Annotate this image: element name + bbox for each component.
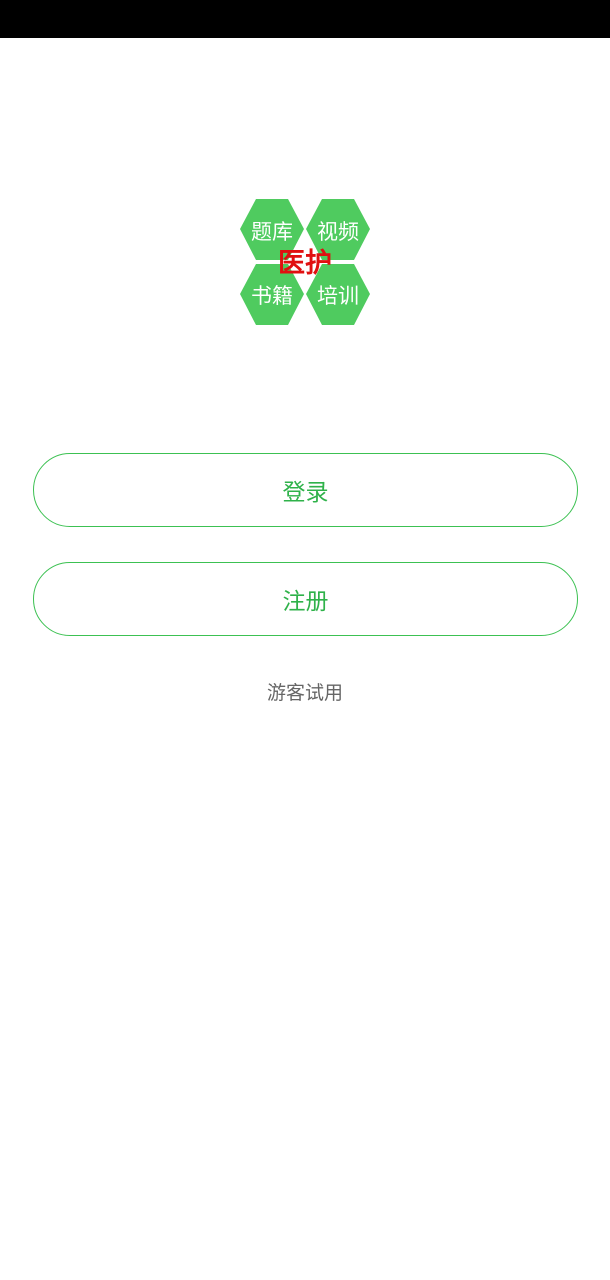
status-bar (0, 0, 610, 38)
app-logo: 题库 视频 书籍 培训 医护 (236, 196, 374, 330)
login-button[interactable]: 登录 (33, 453, 578, 527)
logo-cell-books: 书籍 (251, 284, 293, 308)
logo-cell-video: 视频 (317, 220, 359, 244)
guest-trial-link[interactable]: 游客试用 (0, 678, 610, 705)
login-button-label: 登录 (282, 480, 329, 506)
logo-center-text: 医护 (278, 248, 332, 279)
logo-cell-question-bank: 题库 (251, 220, 293, 244)
logo-cell-training: 培训 (317, 284, 359, 308)
register-button-label: 注册 (282, 589, 329, 615)
register-button[interactable]: 注册 (33, 562, 578, 636)
